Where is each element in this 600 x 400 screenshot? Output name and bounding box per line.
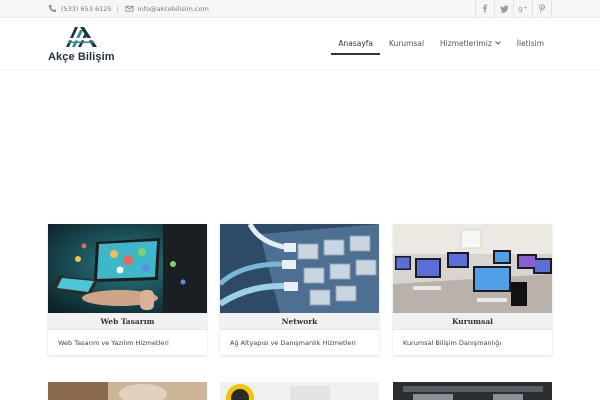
card-image-row2-3 (393, 382, 552, 400)
service-card-row2-3[interactable] (393, 382, 552, 400)
nav-item-anasayfa[interactable]: Anasayfa (330, 18, 381, 69)
card-image-network (220, 224, 379, 313)
logo-mark-icon (66, 27, 97, 47)
twitter-icon[interactable] (494, 0, 513, 17)
brand-name: Akçe Bilişim (48, 51, 115, 63)
service-card-web[interactable]: Web Tasarım Web Tasarım ve Yazılım Hizme… (48, 224, 207, 355)
card-description: Kurumsal Bilişim Danışmanlığı (403, 339, 502, 347)
phone-icon (48, 4, 57, 13)
card-image-row2-1 (48, 382, 207, 400)
card-description: Ağ Altyapısı ve Danışmanlık Hizmetleri (230, 339, 356, 347)
svg-text:g: g (518, 4, 523, 13)
card-description: Web Tasarım ve Yazılım Hizmetleri (58, 339, 169, 347)
hero-area (0, 70, 600, 220)
site-logo[interactable]: Akçe Bilişim (48, 24, 115, 64)
card-image-row2-2 (220, 382, 379, 400)
chevron-down-icon (494, 40, 501, 47)
main-nav: Anasayfa Kurumsal Hizmetlerimiz İletisim (330, 18, 552, 69)
card-image-web (48, 224, 207, 313)
pinterest-icon[interactable] (532, 0, 552, 17)
card-title: Network (220, 313, 379, 330)
contact-info: (533) 653 6125 | info@akcebilisim.com (48, 0, 209, 17)
nav-item-iletisim[interactable]: İletisim (509, 18, 552, 69)
site-header: Akçe Bilişim Anasayfa Kurumsal Hizmetler… (0, 18, 600, 69)
social-links: g + (475, 0, 552, 17)
phone-number[interactable]: (533) 653 6125 (61, 5, 112, 13)
facebook-icon[interactable] (475, 0, 494, 17)
nav-label: Kurumsal (389, 39, 425, 48)
nav-item-hizmetlerimiz[interactable]: Hizmetlerimiz (432, 18, 509, 69)
service-card-network[interactable]: Network Ağ Altyapısı ve Danışmanlık Hizm… (220, 224, 379, 355)
nav-item-kurumsal[interactable]: Kurumsal (381, 18, 432, 69)
google-plus-icon[interactable]: g + (513, 0, 532, 17)
service-card-row2-2[interactable] (220, 382, 379, 400)
email-icon (125, 4, 134, 13)
email-address[interactable]: info@akcebilisim.com (138, 5, 209, 13)
service-card-kurumsal[interactable]: Kurumsal Kurumsal Bilişim Danışmanlığı (393, 224, 552, 355)
nav-label: Hizmetlerimiz (440, 39, 492, 48)
separator: | (116, 4, 119, 13)
nav-label: İletisim (516, 39, 544, 48)
service-card-row2-1[interactable] (48, 382, 207, 400)
nav-label: Anasayfa (338, 39, 374, 48)
card-image-kurumsal (393, 224, 552, 313)
card-title: Web Tasarım (48, 313, 207, 330)
svg-text:+: + (523, 5, 528, 11)
card-title: Kurumsal (393, 313, 552, 330)
top-contact-bar: (533) 653 6125 | info@akcebilisim.com g + (0, 0, 600, 18)
